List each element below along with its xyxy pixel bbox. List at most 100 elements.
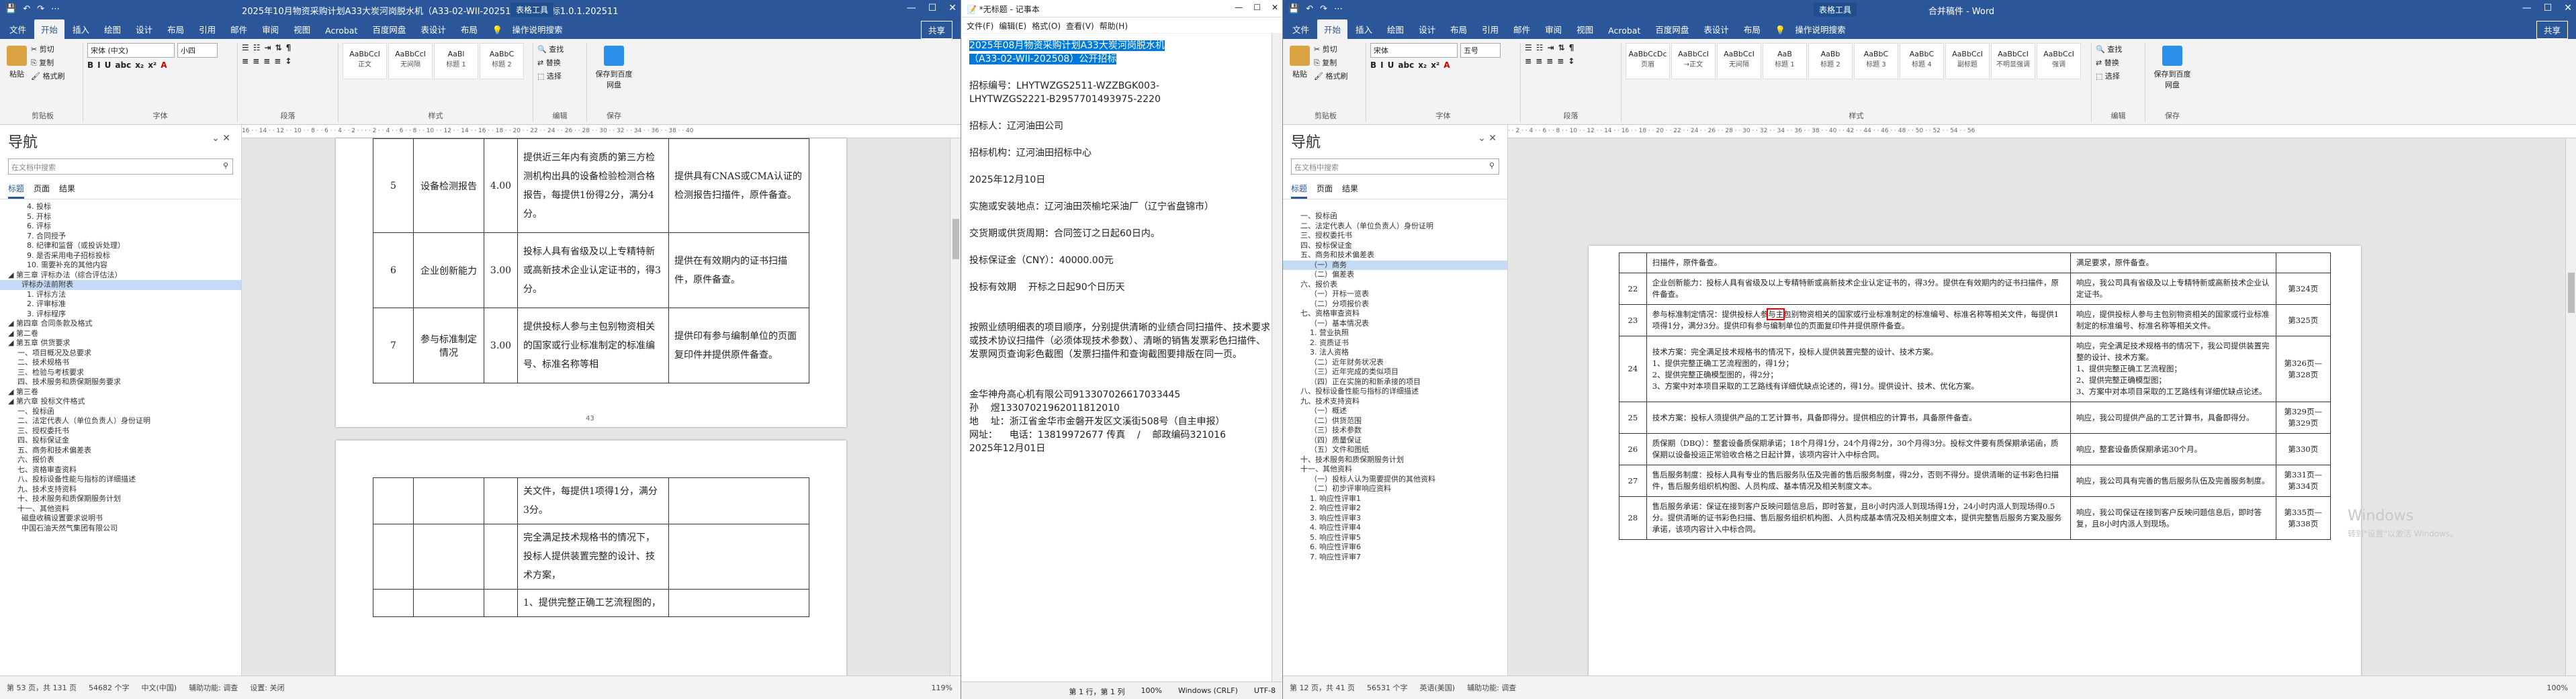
close-icon[interactable]: ⌄ ✕ [1478,133,1497,144]
accessibility[interactable]: 辅助功能: 调查 [1467,682,1516,693]
tab-layout[interactable]: 布局 [1444,19,1474,39]
tab-table-design[interactable]: 表设计 [1697,19,1736,39]
justify-icon[interactable]: ≡ [1557,56,1564,66]
nav-heading-item[interactable]: 2. 响应性评审2 [1283,504,1507,514]
nav-heading-item[interactable]: 2. 评审标准 [0,299,241,310]
menu-help[interactable]: 帮助(H) [1100,20,1128,31]
tab-home[interactable]: 开始 [1317,19,1348,39]
style-no-spacing[interactable]: AaBbCcI 无间隔 [388,43,433,79]
tell-me-search[interactable]: 💡 操作说明搜索 [1769,19,1859,39]
nav-heading-item[interactable]: 6. 响应性评审6 [1283,543,1507,553]
indent-icon[interactable]: ⇥ [1548,43,1554,52]
tab-table-layout[interactable]: 布局 [1737,19,1767,39]
style-tile[interactable]: AaBbC 标题 4 [1900,43,1944,79]
save-baidu-button[interactable]: 保存到百度网盘 [2149,43,2195,90]
tab-mailings[interactable]: 邮件 [1507,19,1537,39]
undo-icon[interactable]: ↶ [23,4,30,14]
nav-heading-item[interactable]: 一、项目概况及总要求 [0,348,241,359]
nav-tab-headings[interactable]: 标题 [8,180,25,199]
align-center-icon[interactable]: ≡ [253,56,259,66]
font-name-box[interactable]: 宋体 [1370,43,1458,58]
cut-button[interactable]: ✂ 剪切 [31,43,64,56]
menu-edit[interactable]: 编辑(E) [999,20,1026,31]
tab-view[interactable]: 视图 [1570,19,1600,39]
nav-heading-item[interactable]: （一）概述 [1283,406,1507,416]
nav-heading-item[interactable]: ◢ 第三章 评标办法（综合评估法） [0,271,241,281]
style-heading2[interactable]: AaBbC 标题 2 [480,43,524,79]
nav-heading-item[interactable]: 3. 评标程序 [0,310,241,320]
nav-heading-item[interactable]: （三）近年完成的类似项目 [1283,367,1507,377]
tab-insert[interactable]: 插入 [1349,19,1379,39]
tab-references[interactable]: 引用 [192,19,222,39]
nav-heading-item[interactable]: 4. 投标 [0,202,241,212]
nav-heading-item[interactable]: （二）近年财务状况表 [1283,358,1507,368]
nav-heading-item[interactable]: 5. 开标 [0,212,241,222]
nav-heading-item[interactable]: 十一、其他资料 [1283,465,1507,475]
nav-heading-item[interactable]: 1. 评标方法 [0,290,241,300]
find-button[interactable]: 🔍 查找 [2096,43,2141,56]
tab-acrobat[interactable]: Acrobat [1601,22,1647,39]
nav-heading-item[interactable]: （一）商务 [1283,260,1507,270]
replace-button[interactable]: ⇄ 替换 [537,56,582,70]
nav-heading-item[interactable]: （二）供货范围 [1283,416,1507,426]
italic-button[interactable]: I [97,60,100,70]
maximize-button[interactable]: ☐ [1253,3,1261,12]
nav-heading-item[interactable]: 1. 响应性评审1 [1283,494,1507,504]
undo-icon[interactable]: ↶ [1306,4,1313,14]
accessibility[interactable]: 辅助功能: 调查 [189,682,238,693]
nav-heading-item[interactable]: ◢ 第五章 供货要求 [0,338,241,348]
tab-file[interactable]: 文件 [1286,19,1316,39]
tab-view[interactable]: 视图 [287,19,317,39]
menu-view[interactable]: 查看(V) [1066,20,1094,31]
nav-heading-item[interactable]: 六、报价表 [0,455,241,465]
bullets-icon[interactable]: ☰ [242,43,249,52]
nav-heading-item[interactable]: ◢ 第三卷 [0,387,241,398]
nav-heading-item[interactable]: 磁盘收稿设置要求说明书 [0,514,241,524]
zoom-level[interactable]: 119% [932,684,952,692]
nav-heading-item[interactable]: 九、技术支持资料 [1283,397,1507,407]
format-painter-button[interactable]: 🖌 格式刷 [31,70,64,83]
nav-heading-item[interactable]: ◢ 第六章 投标文件格式 [0,397,241,407]
tab-table-layout[interactable]: 布局 [454,19,484,39]
menu-format[interactable]: 格式(O) [1032,20,1061,31]
align-right-icon[interactable]: ≡ [263,56,270,66]
minimize-button[interactable]: — [907,3,916,13]
nav-heading-item[interactable]: 十、技术服务和质保期服务计划 [0,494,241,504]
find-button[interactable]: 🔍 查找 [537,43,582,56]
bold-button[interactable]: B [87,60,93,70]
nav-heading-item[interactable]: 一、投标函 [0,407,241,417]
style-tile[interactable]: AaBbCcI 不明显强调 [1991,43,2035,79]
nav-heading-item[interactable]: 九、技术支持资料 [0,485,241,495]
style-tile[interactable]: AaBbCcI →正文 [1671,43,1716,79]
copy-button[interactable]: ⎘ 复制 [31,56,64,70]
nav-heading-item[interactable]: 二、法定代表人（单位负责人）身份证明 [0,416,241,426]
maximize-button[interactable]: ☐ [928,3,937,13]
nav-heading-item[interactable]: 五、商务和技术偏差表 [0,446,241,456]
font-color-button[interactable]: A [161,60,167,70]
nav-heading-item[interactable]: 5. 响应性评审5 [1283,533,1507,543]
align-left-icon[interactable]: ≡ [1525,56,1531,66]
nav-search-input[interactable]: 在文档中搜索 ⚲ [8,158,233,175]
strikethrough-button[interactable]: abc [115,60,131,70]
nav-heading-item[interactable]: （三）技术参数 [1283,426,1507,436]
save-baidu-button[interactable]: 保存到百度网盘 [591,43,637,90]
nav-heading-item[interactable]: （一）投标人认为需要提供的其他资料 [1283,475,1507,485]
style-tile[interactable]: AaBbCcDc 页眉 [1626,43,1670,79]
nav-heading-item[interactable]: 二、技术规格书 [0,358,241,368]
nav-heading-item[interactable]: ◢ 第二卷 [0,329,241,339]
nav-heading-item[interactable]: （一）开标一览表 [1283,289,1507,299]
customize-icon[interactable]: ⋯ [51,4,60,14]
align-center-icon[interactable]: ≡ [1536,56,1542,66]
minimize-button[interactable]: — [1235,3,1243,12]
nav-heading-item[interactable]: （二）初步评审响应资料 [1283,484,1507,494]
select-button[interactable]: ⬚ 选择 [2096,70,2141,83]
pilcrow-icon[interactable]: ¶ [1569,43,1574,52]
tab-design[interactable]: 设计 [1412,19,1442,39]
style-tile[interactable]: AaBbCcI 强调 [2037,43,2081,79]
numbering-icon[interactable]: ☷ [253,43,261,52]
maximize-button[interactable]: ☐ [2544,3,2552,13]
nav-heading-item[interactable]: 五、商务和技术偏差表 [1283,250,1507,261]
tab-references[interactable]: 引用 [1475,19,1505,39]
nav-search-input[interactable]: 在文档中搜索 ⚲ [1291,158,1499,175]
scroll-thumb[interactable] [952,219,959,259]
